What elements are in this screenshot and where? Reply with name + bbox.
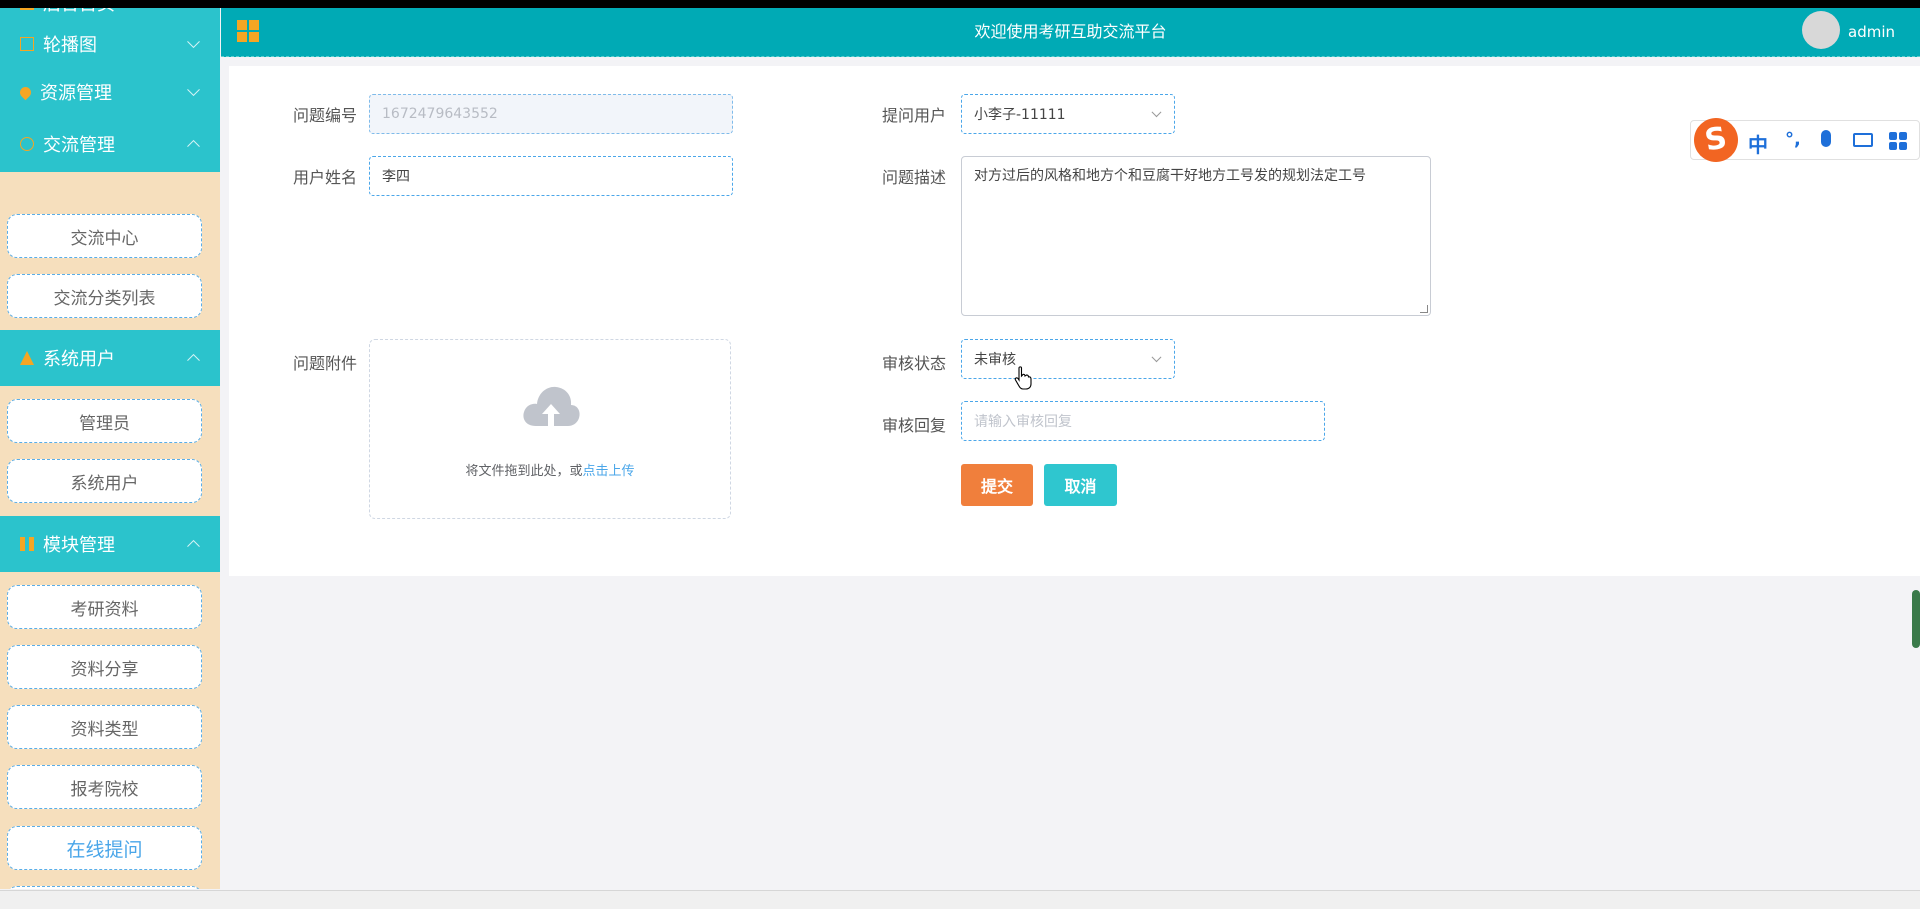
app-window: 后台首页 轮播图 资源管理 交流管理 交流中心 交流分类列表 系统用户 管理员 … (0, 8, 1920, 909)
description-value: 对方过后的风格和地方个和豆腐干好地方工号发的规划法定工号 (974, 168, 1366, 184)
apps-grid-icon[interactable] (1889, 132, 1907, 150)
question-no-label: 问题编号 (292, 106, 357, 125)
sidebar-group-modules[interactable]: 模块管理 (0, 516, 220, 572)
asker-select[interactable]: 小李子-11111 (961, 94, 1175, 134)
chevron-up-icon (187, 539, 200, 553)
audit-status-select[interactable]: 未审核 (961, 339, 1175, 379)
attachment-label: 问题附件 (292, 354, 357, 373)
chat-icon (20, 137, 34, 151)
cloud-upload-icon (523, 386, 580, 426)
sidebar-item-material-types[interactable]: 资料类型 (7, 705, 202, 749)
sidebar-item-exam-materials[interactable]: 考研资料 (7, 585, 202, 629)
description-label: 问题描述 (881, 168, 946, 187)
audit-reply-label: 审核回复 (881, 416, 946, 435)
username-label[interactable]: admin (1848, 23, 1895, 41)
chevron-up-icon (187, 139, 200, 153)
user-name-label: 用户姓名 (292, 168, 357, 187)
sidebar-item-target-schools[interactable]: 报考院校 (7, 765, 202, 809)
home-icon (20, 8, 34, 10)
sogou-logo-icon: S (1690, 114, 1742, 166)
keyboard-icon[interactable] (1853, 133, 1873, 147)
location-pin-icon (17, 84, 34, 100)
audit-status-label: 审核状态 (881, 354, 946, 373)
audit-reply-input[interactable]: 请输入审核回复 (961, 401, 1325, 441)
module-icon (20, 537, 34, 551)
asker-label: 提问用户 (881, 106, 946, 125)
image-icon (20, 37, 34, 51)
chevron-up-icon (187, 353, 200, 367)
sidebar-item-material-sharing[interactable]: 资料分享 (7, 645, 202, 689)
sidebar-item-partial[interactable] (7, 886, 202, 889)
audit-status-value: 未审核 (974, 352, 1016, 368)
ime-toolbar[interactable]: S 中 °, (1690, 114, 1920, 166)
sidebar-group-label: 轮播图 (43, 35, 97, 56)
microphone-icon[interactable] (1821, 130, 1831, 147)
sidebar-item-online-questions[interactable]: 在线提问 (7, 826, 202, 870)
top-header: 欢迎使用考研互助交流平台 admin (221, 8, 1920, 57)
sidebar-group-label: 模块管理 (43, 535, 115, 556)
sidebar-item-exchange-center[interactable]: 交流中心 (7, 214, 202, 258)
sidebar-item-exchange-categories[interactable]: 交流分类列表 (7, 274, 202, 318)
chevron-down-icon (187, 35, 200, 49)
submit-button[interactable]: 提交 (961, 464, 1033, 506)
browser-bottom-bar (0, 890, 1920, 909)
description-textarea[interactable]: 对方过后的风格和地方个和豆腐干好地方工号发的规划法定工号 (961, 156, 1431, 316)
cancel-button[interactable]: 取消 (1044, 464, 1117, 506)
sidebar-group-label: 后台首页 (43, 8, 115, 16)
sidebar-group-home[interactable]: 后台首页 (0, 8, 220, 20)
sidebar-item-system-users[interactable]: 系统用户 (7, 459, 202, 503)
page-scrollbar[interactable] (1912, 590, 1920, 648)
sidebar-group-label: 资源管理 (40, 83, 112, 104)
user-icon (20, 351, 34, 365)
sidebar-group-exchange[interactable]: 交流管理 (0, 116, 220, 172)
upload-hint: 将文件拖到此处，或点击上传 (370, 460, 730, 479)
sidebar: 后台首页 轮播图 资源管理 交流管理 交流中心 交流分类列表 系统用户 管理员 … (0, 8, 220, 889)
sidebar-item-admins[interactable]: 管理员 (7, 399, 202, 443)
sidebar-group-system-users[interactable]: 系统用户 (0, 330, 220, 386)
question-form: 问题编号 1672479643552 用户姓名 李四 问题附件 将文件拖到此处，… (229, 66, 1920, 576)
avatar[interactable] (1802, 11, 1840, 49)
upload-dropzone[interactable]: 将文件拖到此处，或点击上传 (369, 339, 731, 519)
punctuation-icon[interactable]: °, (1785, 129, 1801, 150)
chevron-down-icon (1151, 352, 1162, 363)
upload-link[interactable]: 点击上传 (583, 464, 635, 479)
sidebar-group-label: 系统用户 (43, 349, 115, 370)
page-title: 欢迎使用考研互助交流平台 (974, 22, 1167, 41)
user-name-field[interactable]: 李四 (369, 156, 733, 196)
sidebar-group-resources[interactable]: 资源管理 (0, 68, 220, 116)
resize-handle-icon[interactable] (1420, 305, 1428, 313)
question-no-field: 1672479643552 (369, 94, 733, 134)
chevron-down-icon (1151, 107, 1162, 118)
chevron-down-icon (187, 83, 200, 97)
asker-value: 小李子-11111 (974, 107, 1066, 123)
upload-hint-text: 将文件拖到此处，或 (465, 464, 583, 479)
ime-mode-label[interactable]: 中 (1748, 129, 1768, 158)
sidebar-group-label: 交流管理 (43, 135, 115, 156)
hand-cursor-icon (1014, 366, 1032, 390)
sidebar-group-banner[interactable]: 轮播图 (0, 20, 220, 68)
